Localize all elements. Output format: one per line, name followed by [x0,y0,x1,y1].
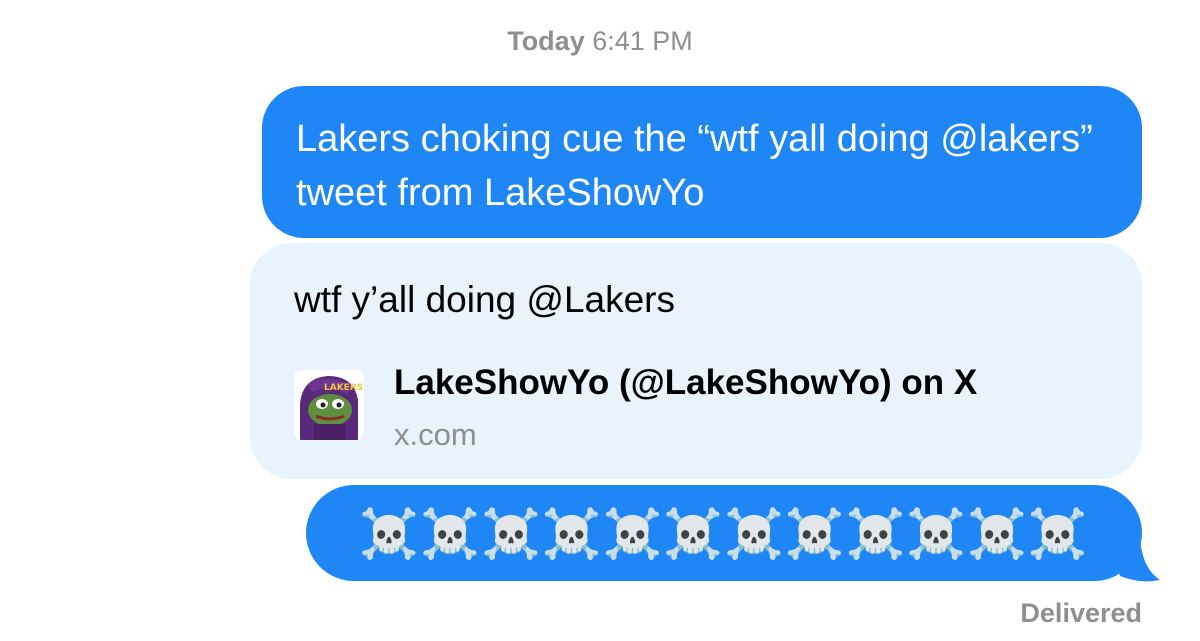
timestamp-time: 6:41 PM [592,26,693,56]
link-preview-title: LakeShowYo (@LakeShowYo) on X [394,363,978,402]
sent-message-bubble[interactable]: Lakers choking cue the “wtf yall doing @… [262,86,1142,238]
timestamp: Today 6:41 PM [0,26,1200,57]
message-text: Lakers choking cue the “wtf yall doing @… [296,118,1093,214]
link-preview-domain: x.com [394,417,477,452]
pepe-lakers-avatar-icon: LAKERS [294,370,364,440]
timestamp-day: Today [507,26,585,56]
skull-crossbones-emoji-row: ☠️☠️☠️☠️☠️☠️☠️☠️☠️☠️☠️☠️ [359,505,1089,562]
svg-text:LAKERS: LAKERS [324,383,363,393]
link-preview-quote: wtf y’all doing @Lakers [294,279,676,320]
link-preview-card[interactable]: wtf y’all doing @Lakers LAKERS LakeShowY… [250,243,1142,479]
sent-emoji-bubble[interactable]: ☠️☠️☠️☠️☠️☠️☠️☠️☠️☠️☠️☠️ [306,485,1142,581]
message-thread: Today 6:41 PM Lakers choking cue the “wt… [0,0,1200,641]
delivered-status: Delivered [1020,598,1142,628]
bubble-tail-icon [1110,538,1160,582]
